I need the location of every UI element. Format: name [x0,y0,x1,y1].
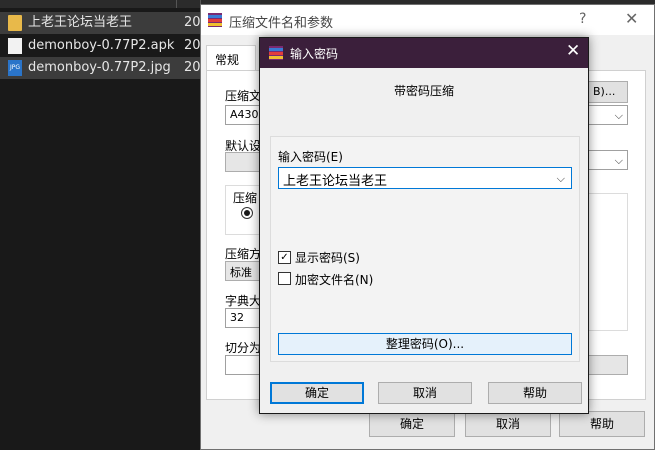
winrar-icon [269,46,283,60]
options-groupbox [586,193,628,331]
explorer-column-header [0,0,200,8]
close-icon[interactable]: ✕ [625,9,638,28]
chevron-down-icon: ⌵ [614,109,623,122]
cancel-button[interactable]: 取消 [465,411,551,437]
jpg-icon: JPG [8,60,22,76]
folder-icon [8,15,22,31]
file-date: 20 [184,60,200,75]
password-input[interactable]: 上老王论坛当老王 ⌵ [278,167,572,189]
archive-name-label: 压缩文 [225,89,262,103]
ok-button[interactable]: 确定 [369,411,455,437]
dict-label: 字典大 [225,294,262,308]
manage-passwords-button[interactable]: 整理密码(O)... [278,333,572,355]
file-row-apk[interactable]: demonboy-0.77P2.apk 20 [0,35,200,57]
password-label: 输入密码(E) [278,150,343,164]
encrypt-names-checkbox[interactable] [278,272,291,285]
help-button[interactable]: 帮助 [488,382,582,404]
close-icon[interactable]: ✕ [566,41,580,61]
format-group-label: 压缩 [233,191,258,205]
file-icon [8,38,22,54]
password-value: 上老王论坛当老王 [283,174,388,189]
file-row-folder[interactable]: 上老王论坛当老王 20 [0,12,200,34]
password-dialog: 输入密码 ✕ 带密码压缩 输入密码(E) 上老王论坛当老王 ⌵ ✓ 显示密码(S… [259,37,589,414]
file-date: 20 [184,15,200,30]
chevron-down-icon[interactable]: ⌵ [557,172,565,186]
password-caption: 带密码压缩 [393,84,454,98]
show-password-label[interactable]: 显示密码(S) [295,249,360,266]
file-name: demonboy-0.77P2.apk [28,38,175,53]
show-password-checkbox[interactable]: ✓ [278,251,291,264]
browse-button[interactable]: B)... [586,81,628,103]
file-name: demonboy-0.77P2.jpg [28,60,171,75]
help-icon[interactable]: ? [579,11,586,27]
set-password-button[interactable] [586,355,628,375]
chevron-down-icon: ⌵ [614,154,623,167]
dialog-title: 压缩文件名和参数 [229,16,334,31]
update-mode-select[interactable]: ⌵ [586,105,628,125]
profile-select[interactable]: ⌵ [586,150,628,170]
tab-general[interactable]: 常规 [206,45,256,71]
winrar-icon [208,13,222,27]
column-separator[interactable] [176,0,177,8]
split-label: 切分为 [225,341,262,355]
cancel-button[interactable]: 取消 [378,382,472,404]
ok-button[interactable]: 确定 [270,382,364,404]
password-dialog-title: 输入密码 [290,47,339,61]
dialog-title-bar: 压缩文件名和参数 ? ✕ [201,5,654,35]
encrypt-names-label[interactable]: 加密文件名(N) [295,271,373,288]
help-button[interactable]: 帮助 [559,411,645,437]
format-radio[interactable] [241,207,253,219]
file-date: 20 [184,38,200,53]
file-explorer: 上老王论坛当老王 20 demonboy-0.77P2.apk 20 JPG d… [0,0,200,450]
file-name: 上老王论坛当老王 [28,15,133,30]
password-dialog-title-bar: 输入密码 ✕ [260,38,588,68]
method-label: 压缩方 [225,247,262,261]
file-row-jpg[interactable]: JPG demonboy-0.77P2.jpg 20 [0,57,200,79]
